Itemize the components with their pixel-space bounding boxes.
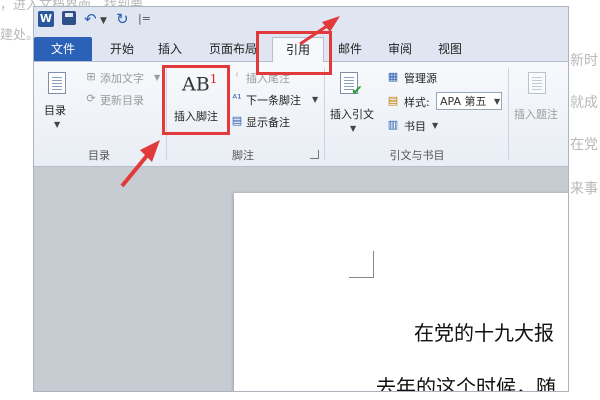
arrow-to-insert-footnote	[120, 140, 160, 188]
annotation-arrows	[120, 16, 340, 188]
arrow-to-references-tab	[299, 16, 340, 46]
